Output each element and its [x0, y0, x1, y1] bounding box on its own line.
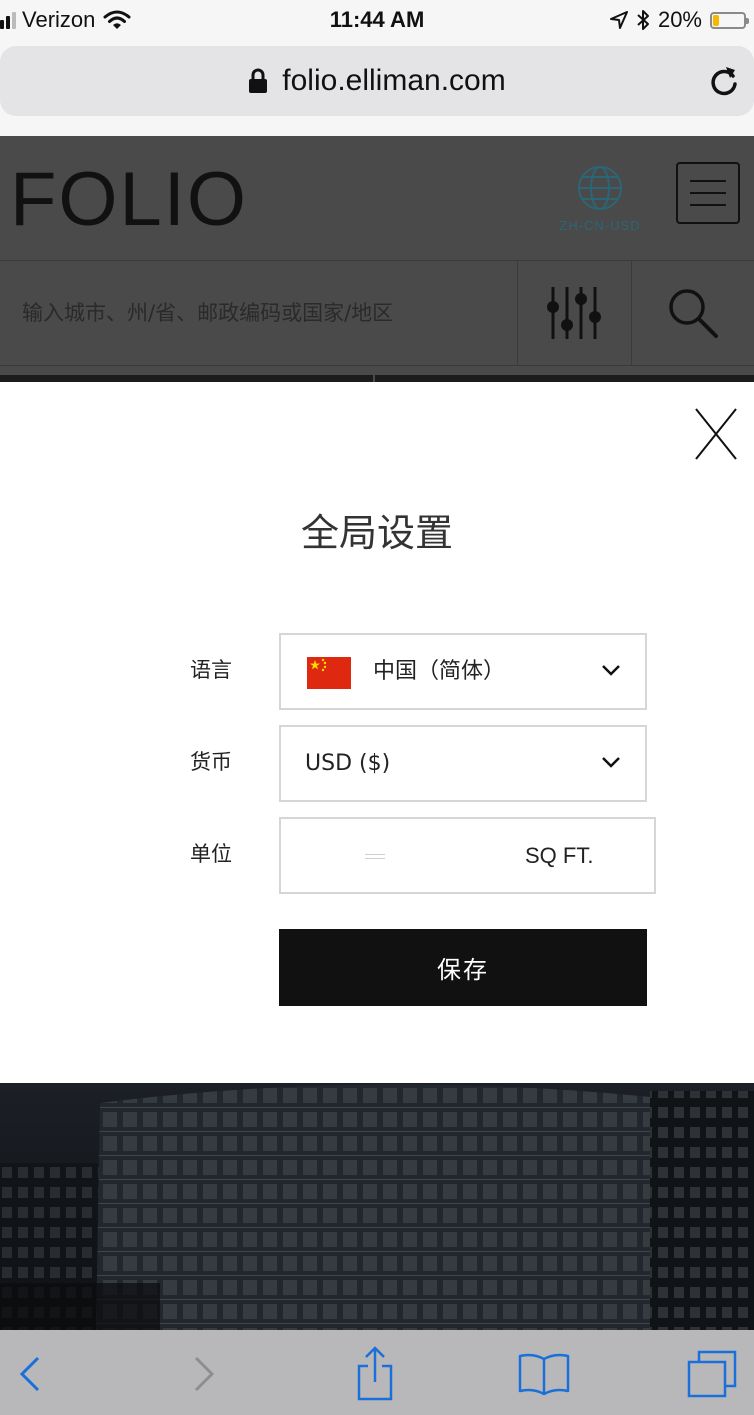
search-icon [669, 289, 718, 338]
folio-logo[interactable]: FOLIO [10, 156, 248, 243]
search-button[interactable] [632, 261, 754, 365]
unit-toggle[interactable] [365, 854, 385, 860]
save-button[interactable]: 保存 [279, 929, 647, 1006]
sliders-icon [546, 287, 601, 339]
currency-label: 货币 [190, 750, 232, 774]
address-bar[interactable]: folio.elliman.com [0, 46, 754, 116]
bluetooth-icon [637, 10, 649, 30]
battery-fill [713, 14, 719, 26]
reload-icon[interactable] [708, 64, 740, 98]
url-text: folio.elliman.com [282, 64, 506, 97]
building-illustration [0, 1083, 754, 1330]
china-flag-icon [307, 657, 351, 689]
status-bar: Verizon 11:44 AM 20% [0, 0, 754, 40]
location-arrow-icon [609, 11, 628, 29]
close-icon[interactable] [692, 406, 740, 462]
back-button[interactable] [10, 1346, 50, 1402]
currency-value: USD ($) [305, 751, 391, 776]
language-select[interactable]: 中国（简体） [279, 633, 647, 710]
language-label: 语言 [190, 658, 232, 682]
battery-percent: 20% [657, 7, 702, 32]
chevron-left-icon [19, 1356, 40, 1392]
tabs-button[interactable] [684, 1346, 740, 1402]
battery-icon [710, 11, 749, 29]
globe-icon [578, 166, 622, 210]
unit-label: 单位 [190, 842, 232, 866]
unit-value[interactable]: SQ FT. [525, 819, 593, 892]
locale-switcher[interactable]: ZH-CN-USD [556, 164, 644, 233]
book-icon [518, 1353, 570, 1396]
locale-code: ZH-CN-USD [559, 218, 641, 233]
chevron-right-icon [194, 1356, 215, 1392]
header-divider [0, 375, 754, 382]
tabs-icon [687, 1350, 737, 1398]
filter-button[interactable] [518, 261, 632, 365]
share-button[interactable] [350, 1346, 400, 1402]
browser-toolbar [0, 1330, 754, 1415]
search-row [0, 260, 754, 366]
global-settings-modal: 全局设置 语言 中国（简体） 货币 USD ($) 单位 SQ FT. 保存 [0, 382, 754, 1083]
site-header: FOLIO ZH-CN-USD [0, 136, 754, 382]
search-input[interactable] [0, 261, 518, 365]
language-value: 中国（简体） [373, 659, 506, 684]
modal-title: 全局设置 [300, 511, 453, 555]
share-icon [357, 1346, 393, 1401]
chevron-down-icon [602, 665, 620, 676]
status-right: 20% [609, 6, 749, 34]
currency-select[interactable]: USD ($) [279, 725, 647, 802]
forward-button[interactable] [184, 1346, 224, 1402]
lock-icon [249, 68, 268, 93]
hero-building-image [0, 1083, 754, 1330]
browser-address-area: folio.elliman.com [0, 40, 754, 136]
chevron-down-icon [602, 757, 620, 768]
unit-field: SQ FT. [279, 817, 656, 894]
bookmarks-button[interactable] [514, 1346, 574, 1402]
hamburger-menu-icon[interactable] [676, 162, 740, 224]
